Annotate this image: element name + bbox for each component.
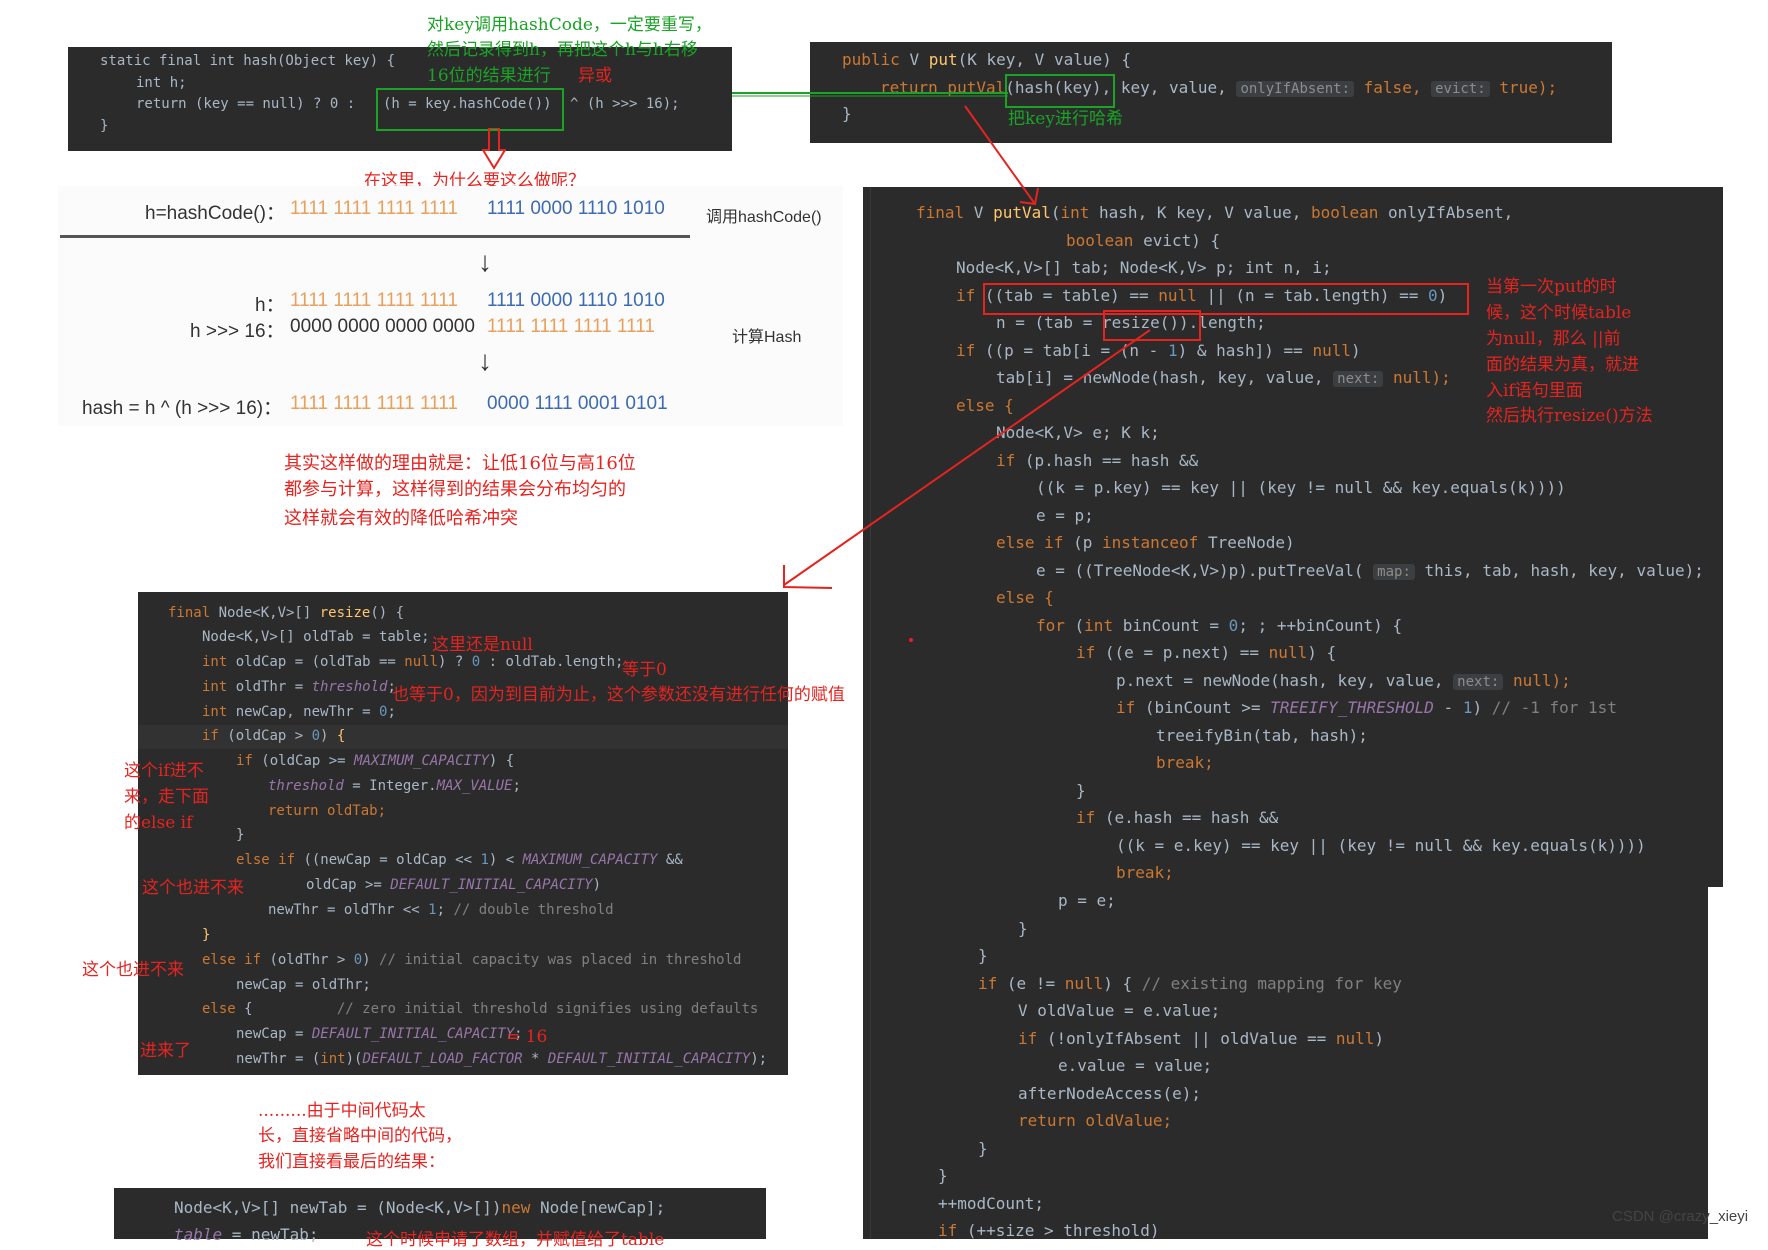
watermark: CSDN @crazy_xieyi	[1612, 1208, 1749, 1225]
arrow-overlay	[783, 105, 1151, 642]
